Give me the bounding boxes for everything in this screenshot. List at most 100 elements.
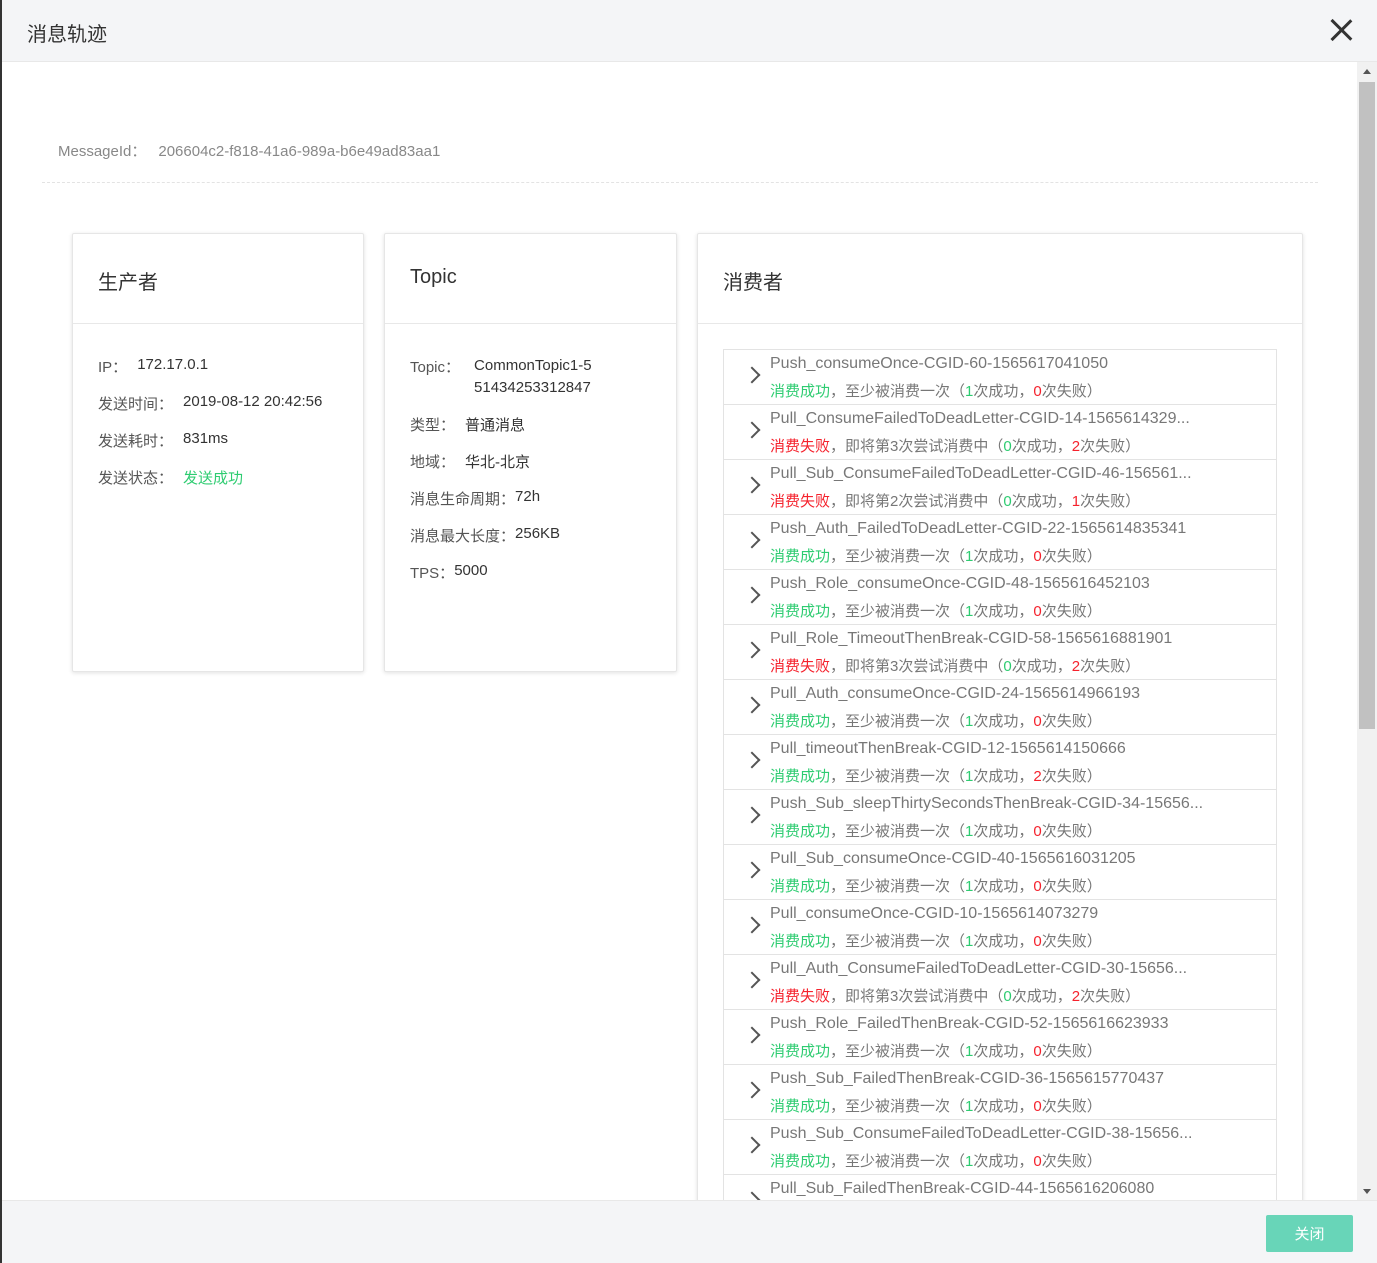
consumer-item[interactable]: Pull_Role_TimeoutThenBreak-CGID-58-15656…	[724, 625, 1276, 680]
consumer-status: 消费失败，即将第3次尝试消费中（0次成功，2次失败）	[770, 985, 1140, 1006]
send-cost-value: 831ms	[183, 430, 229, 447]
consumer-status: 消费成功，至少被消费一次（1次成功，0次失败）	[770, 545, 1102, 566]
failure-count: 0	[1033, 823, 1042, 840]
consume-status-desc: ，至少被消费一次（	[830, 713, 966, 730]
message-id-value: 206604c2-f818-41a6-989a-b6e49ad83aa1	[158, 143, 441, 160]
consume-status-text: 消费失败	[770, 988, 831, 1005]
consume-status-text: 消费失败	[770, 658, 831, 675]
topic-name-label: Topic：	[410, 359, 461, 376]
failure-count: 0	[1033, 603, 1042, 620]
close-button[interactable]: 关闭	[1266, 1215, 1353, 1252]
consumer-group-name: Push_Role_FailedThenBreak-CGID-52-156561…	[770, 1015, 1169, 1032]
topic-name-line1: CommonTopic1-5	[474, 357, 592, 374]
consumer-item[interactable]: Pull_Sub_FailedThenBreak-CGID-44-1565616…	[724, 1175, 1276, 1200]
consumer-item[interactable]: Push_Auth_FailedToDeadLetter-CGID-22-156…	[724, 515, 1276, 570]
send-cost-label: 发送耗时：	[98, 433, 174, 450]
failure-count-text: 次失败）	[1041, 768, 1102, 785]
chevron-right-icon[interactable]	[743, 1026, 761, 1044]
send-time-label: 发送时间：	[98, 396, 174, 413]
consume-status-text: 消费成功	[770, 878, 831, 895]
topic-maxlen-value: 256KB	[515, 525, 561, 542]
consumer-item[interactable]: Push_Role_consumeOnce-CGID-48-1565616452…	[724, 570, 1276, 625]
dialog-footer: 关闭	[2, 1200, 1377, 1263]
consumer-status: 消费成功，至少被消费一次（1次成功，0次失败）	[770, 1150, 1102, 1171]
topic-region-label: 地域：	[410, 454, 456, 471]
consumer-group-name: Push_Sub_FailedThenBreak-CGID-36-1565615…	[770, 1070, 1165, 1087]
consumer-group-name: Pull_Sub_consumeOnce-CGID-40-15656160312…	[770, 850, 1136, 867]
consumer-item[interactable]: Pull_Sub_consumeOnce-CGID-40-15656160312…	[724, 845, 1276, 900]
chevron-right-icon[interactable]	[743, 366, 761, 384]
chevron-right-icon[interactable]	[743, 1191, 761, 1200]
consumer-item[interactable]: Push_Sub_FailedThenBreak-CGID-36-1565615…	[724, 1065, 1276, 1120]
consumer-item[interactable]: Push_consumeOnce-CGID-60-1565617041050 消费…	[724, 350, 1276, 405]
consumer-item[interactable]: Pull_ConsumeFailedToDeadLetter-CGID-14-1…	[724, 405, 1276, 460]
consume-status-desc: ，即将第3次尝试消费中（	[830, 438, 1004, 455]
topic-card: Topic Topic： CommonTopic1-5 514342533128…	[384, 233, 677, 672]
success-count-text: 次成功，	[1011, 493, 1072, 510]
consumer-item[interactable]: Pull_timeoutThenBreak-CGID-12-1565614150…	[724, 735, 1276, 790]
success-count-text: 次成功，	[973, 1153, 1034, 1170]
failure-count-text: 次失败）	[1041, 878, 1102, 895]
topic-type-label: 类型：	[410, 417, 456, 434]
success-count: 0	[1003, 438, 1012, 455]
failure-count: 0	[1033, 1043, 1042, 1060]
failure-count-text: 次失败）	[1080, 438, 1141, 455]
chevron-right-icon[interactable]	[743, 586, 761, 604]
consumer-item[interactable]: Push_Sub_sleepThirtySecondsThenBreak-CGI…	[724, 790, 1276, 845]
consumer-status: 消费成功，至少被消费一次（1次成功，0次失败）	[770, 1095, 1102, 1116]
success-count-text: 次成功，	[1011, 438, 1072, 455]
scroll-down-icon[interactable]	[1363, 1189, 1371, 1194]
dialog-header: 消息轨迹	[2, 0, 1377, 62]
success-count-text: 次成功，	[973, 933, 1034, 950]
chevron-right-icon[interactable]	[743, 916, 761, 934]
chevron-right-icon[interactable]	[743, 806, 761, 824]
consumer-item[interactable]: Pull_consumeOnce-CGID-10-1565614073279 消费…	[724, 900, 1276, 955]
consumer-item[interactable]: Push_Sub_ConsumeFailedToDeadLetter-CGID-…	[724, 1120, 1276, 1175]
consumer-group-name: Pull_consumeOnce-CGID-10-1565614073279	[770, 905, 1099, 922]
consume-status-desc: ，至少被消费一次（	[830, 933, 966, 950]
failure-count-text: 次失败）	[1041, 1043, 1102, 1060]
consumer-item[interactable]: Push_Role_FailedThenBreak-CGID-52-156561…	[724, 1010, 1276, 1065]
success-count-text: 次成功，	[973, 383, 1034, 400]
failure-count-text: 次失败）	[1080, 493, 1141, 510]
failure-count-text: 次失败）	[1041, 383, 1102, 400]
topic-tps-value: 5000	[454, 562, 488, 579]
consumer-status: 消费成功，至少被消费一次（1次成功，0次失败）	[770, 600, 1102, 621]
consumer-group-name: Push_consumeOnce-CGID-60-1565617041050	[770, 355, 1108, 372]
failure-count: 0	[1033, 878, 1042, 895]
consume-status-desc: ，至少被消费一次（	[830, 768, 966, 785]
scrollbar-thumb[interactable]	[1359, 82, 1375, 729]
chevron-right-icon[interactable]	[743, 1081, 761, 1099]
close-icon[interactable]	[1325, 14, 1357, 46]
topic-region-value: 华北-北京	[465, 454, 531, 471]
chevron-right-icon[interactable]	[743, 696, 761, 714]
consumer-status: 消费成功，至少被消费一次（1次成功，0次失败）	[770, 930, 1102, 951]
chevron-right-icon[interactable]	[743, 531, 761, 549]
failure-count-text: 次失败）	[1041, 603, 1102, 620]
topic-tps-label: TPS：	[410, 565, 455, 582]
topic-name-row: Topic： CommonTopic1-5 51434253312847	[410, 356, 676, 414]
consume-status-text: 消费成功	[770, 713, 831, 730]
scroll-up-icon[interactable]	[1363, 69, 1371, 74]
success-count-text: 次成功，	[973, 603, 1034, 620]
consumer-group-name: Push_Sub_ConsumeFailedToDeadLetter-CGID-…	[770, 1125, 1193, 1142]
message-trace-dialog: 消息轨迹 MessageId： 206604c2-f818-41a6-989a-b…	[0, 0, 1377, 1263]
consumer-item[interactable]: Pull_Sub_ConsumeFailedToDeadLetter-CGID-…	[724, 460, 1276, 515]
consumer-item[interactable]: Pull_Auth_consumeOnce-CGID-24-1565614966…	[724, 680, 1276, 735]
ip-label: IP：	[98, 359, 128, 376]
chevron-right-icon[interactable]	[743, 421, 761, 439]
chevron-right-icon[interactable]	[743, 971, 761, 989]
failure-count: 2	[1071, 438, 1081, 455]
chevron-right-icon[interactable]	[743, 751, 761, 769]
consume-status-text: 消费成功	[770, 933, 831, 950]
chevron-right-icon[interactable]	[743, 1136, 761, 1154]
chevron-right-icon[interactable]	[743, 861, 761, 879]
failure-count: 0	[1033, 1153, 1042, 1170]
consumer-item[interactable]: Pull_Auth_ConsumeFailedToDeadLetter-CGID…	[724, 955, 1276, 1010]
vertical-scrollbar[interactable]	[1357, 62, 1377, 1200]
success-count-text: 次成功，	[1011, 988, 1072, 1005]
success-count: 0	[1003, 493, 1012, 510]
chevron-right-icon[interactable]	[743, 476, 761, 494]
consumer-card: 消费者 Push_consumeOnce-CGID-60-15656170410…	[697, 233, 1303, 1200]
chevron-right-icon[interactable]	[743, 641, 761, 659]
